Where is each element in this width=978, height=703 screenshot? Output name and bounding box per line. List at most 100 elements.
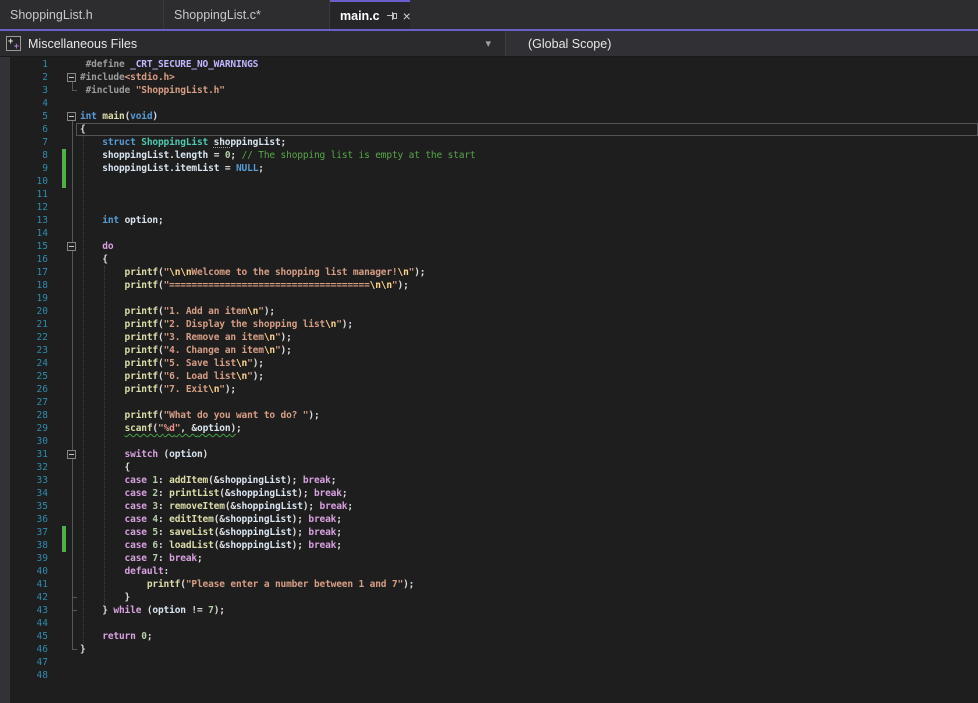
line-number: 22 xyxy=(10,331,48,344)
code-text: printf("Please enter a number between 1 … xyxy=(80,578,414,591)
tab-label: main.c xyxy=(340,9,380,23)
tab-label: ShoppingList.h xyxy=(10,8,93,22)
code-line[interactable]: 37 case 5: saveList(&shoppingList); brea… xyxy=(0,526,978,539)
code-line[interactable]: 9 shoppingList.itemList = NULL; xyxy=(0,162,978,175)
code-line[interactable]: 10 xyxy=(0,175,978,188)
line-number: 12 xyxy=(10,201,48,214)
code-line[interactable]: 39 case 7: break; xyxy=(0,552,978,565)
code-text: #include<stdio.h> xyxy=(80,71,175,84)
code-line[interactable]: 28 printf("What do you want to do? "); xyxy=(0,409,978,422)
code-text: case 7: break; xyxy=(80,552,203,565)
code-line[interactable]: 25 printf("6. Load list\n"); xyxy=(0,370,978,383)
code-text: int main(void) xyxy=(80,110,158,123)
code-line[interactable]: 36 case 4: editItem(&shoppingList); brea… xyxy=(0,513,978,526)
line-number: 28 xyxy=(10,409,48,422)
code-line[interactable]: 26 printf("7. Exit\n"); xyxy=(0,383,978,396)
code-text: printf("7. Exit\n"); xyxy=(80,383,236,396)
code-line[interactable]: 4 xyxy=(0,97,978,110)
code-line[interactable]: 30 xyxy=(0,435,978,448)
code-text: do xyxy=(80,240,113,253)
code-line[interactable]: 41 printf("Please enter a number between… xyxy=(0,578,978,591)
code-line[interactable]: 19 xyxy=(0,292,978,305)
code-text: printf("6. Load list\n"); xyxy=(80,370,264,383)
code-line[interactable]: 31 switch (option) xyxy=(0,448,978,461)
code-text: scanf("%d", &option); xyxy=(80,422,242,435)
code-line[interactable]: 17 printf("\n\nWelcome to the shopping l… xyxy=(0,266,978,279)
code-line[interactable]: 6{ xyxy=(0,123,978,136)
code-text: printf("5. Save list\n"); xyxy=(80,357,264,370)
code-line[interactable]: 1 #define _CRT_SECURE_NO_WARNINGS xyxy=(0,58,978,71)
code-line[interactable]: 46} xyxy=(0,643,978,656)
code-line[interactable]: 11 xyxy=(0,188,978,201)
miscellaneous-files-icon: ++ xyxy=(6,36,21,51)
line-number: 19 xyxy=(10,292,48,305)
code-text: printf("What do you want to do? "); xyxy=(80,409,320,422)
code-line[interactable]: 23 printf("4. Change an item\n"); xyxy=(0,344,978,357)
fold-collapse-icon[interactable] xyxy=(67,112,76,121)
fold-collapse-icon[interactable] xyxy=(67,242,76,251)
code-text: { xyxy=(80,253,108,266)
code-text: case 6: loadList(&shoppingList); break; xyxy=(80,539,342,552)
code-line[interactable]: 22 printf("3. Remove an item\n"); xyxy=(0,331,978,344)
code-line[interactable]: 3 #include "ShoppingList.h" xyxy=(0,84,978,97)
line-number: 26 xyxy=(10,383,48,396)
line-number: 47 xyxy=(10,656,48,669)
change-tracking-bar xyxy=(62,149,66,162)
code-line[interactable]: 47 xyxy=(0,656,978,669)
code-line[interactable]: 8 shoppingList.length = 0; // The shoppi… xyxy=(0,149,978,162)
code-line[interactable]: 14 xyxy=(0,227,978,240)
code-line[interactable]: 29 scanf("%d", &option); xyxy=(0,422,978,435)
code-line[interactable]: 43 } while (option != 7); xyxy=(0,604,978,617)
code-line[interactable]: 12 xyxy=(0,201,978,214)
chevron-down-icon[interactable]: ▾ xyxy=(485,37,505,50)
fold-collapse-icon[interactable] xyxy=(67,450,76,459)
navigation-bar: ++ Miscellaneous Files ▾ (Global Scope) xyxy=(0,31,978,57)
code-text: case 3: removeItem(&shoppingList); break… xyxy=(80,500,353,513)
line-number: 34 xyxy=(10,487,48,500)
code-line[interactable]: 16 { xyxy=(0,253,978,266)
line-number: 32 xyxy=(10,461,48,474)
tab-main-c[interactable]: main.c × xyxy=(330,0,410,29)
tab-shoppinglist-c[interactable]: ShoppingList.c* xyxy=(164,0,330,29)
code-line[interactable]: 15 do xyxy=(0,240,978,253)
code-line[interactable]: 7 struct ShoppingList shoppingList; xyxy=(0,136,978,149)
code-line[interactable]: 35 case 3: removeItem(&shoppingList); br… xyxy=(0,500,978,513)
pin-icon[interactable] xyxy=(387,10,399,22)
code-text: printf("2. Display the shopping list\n")… xyxy=(80,318,353,331)
code-line[interactable]: 20 printf("1. Add an item\n"); xyxy=(0,305,978,318)
code-text: #define _CRT_SECURE_NO_WARNINGS xyxy=(80,58,258,71)
line-number: 23 xyxy=(10,344,48,357)
project-dropdown[interactable]: ++ Miscellaneous Files ▾ xyxy=(0,31,505,56)
line-number: 46 xyxy=(10,643,48,656)
line-number: 41 xyxy=(10,578,48,591)
code-line[interactable]: 40 default: xyxy=(0,565,978,578)
code-line[interactable]: 45 return 0; xyxy=(0,630,978,643)
code-line[interactable]: 21 printf("2. Display the shopping list\… xyxy=(0,318,978,331)
code-line[interactable]: 38 case 6: loadList(&shoppingList); brea… xyxy=(0,539,978,552)
close-icon[interactable]: × xyxy=(403,10,411,22)
line-number: 17 xyxy=(10,266,48,279)
line-number: 44 xyxy=(10,617,48,630)
fold-collapse-icon[interactable] xyxy=(67,73,76,82)
scope-dropdown[interactable]: (Global Scope) xyxy=(506,31,978,56)
code-line[interactable]: 27 xyxy=(0,396,978,409)
code-text: shoppingList.itemList = NULL; xyxy=(80,162,264,175)
code-line[interactable]: 18 printf("=============================… xyxy=(0,279,978,292)
code-line[interactable]: 5 int main(void) xyxy=(0,110,978,123)
change-tracking-bar xyxy=(62,162,66,175)
code-line[interactable]: 42 } xyxy=(0,591,978,604)
code-line[interactable]: 24 printf("5. Save list\n"); xyxy=(0,357,978,370)
code-line[interactable]: 34 case 2: printList(&shoppingList); bre… xyxy=(0,487,978,500)
line-number: 11 xyxy=(10,188,48,201)
code-line[interactable]: 44 xyxy=(0,617,978,630)
line-number: 5 xyxy=(10,110,48,123)
code-editor[interactable]: 1 #define _CRT_SECURE_NO_WARNINGS2#inclu… xyxy=(0,57,978,703)
code-line[interactable]: 13 int option; xyxy=(0,214,978,227)
code-line[interactable]: 2#include<stdio.h> xyxy=(0,71,978,84)
line-number: 14 xyxy=(10,227,48,240)
code-line[interactable]: 33 case 1: addItem(&shoppingList); break… xyxy=(0,474,978,487)
tab-shoppinglist-h[interactable]: ShoppingList.h xyxy=(0,0,164,29)
code-line[interactable]: 32 { xyxy=(0,461,978,474)
code-line[interactable]: 48 xyxy=(0,669,978,682)
line-number: 15 xyxy=(10,240,48,253)
